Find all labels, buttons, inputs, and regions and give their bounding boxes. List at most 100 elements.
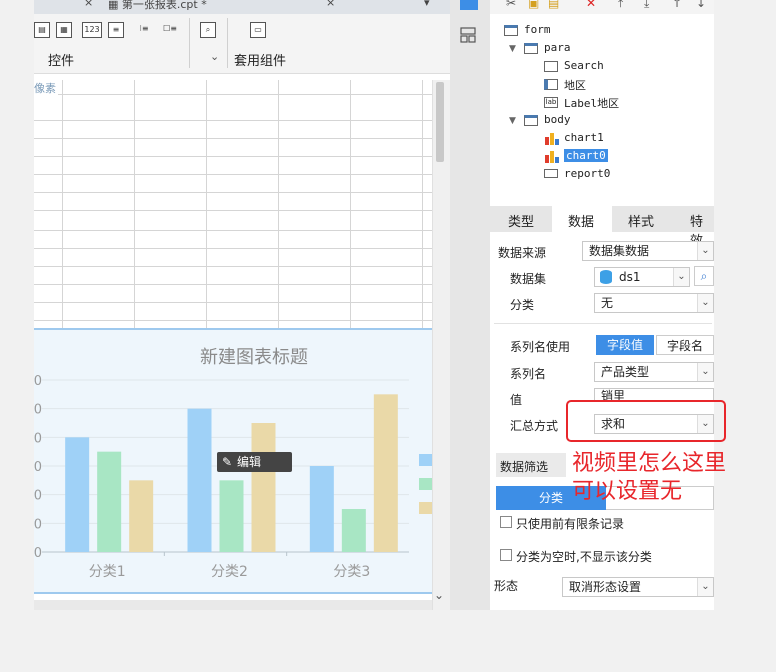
tree-node-chart0[interactable]: chart0 bbox=[564, 149, 608, 162]
category-label: 分类 bbox=[510, 298, 535, 312]
grid-column-line bbox=[134, 80, 135, 328]
chart-bar bbox=[65, 437, 90, 552]
search-icon[interactable]: ⌕ bbox=[200, 22, 216, 38]
chart-bar bbox=[219, 480, 244, 552]
tree-node-area[interactable]: 地区 bbox=[564, 77, 586, 93]
move-top-icon[interactable]: ⤒ bbox=[618, 0, 623, 11]
y-tick-label: 0 bbox=[34, 374, 42, 389]
side-strip bbox=[450, 0, 490, 610]
series-name-use-label: 系列名使用 bbox=[510, 340, 571, 354]
category-value: 无 bbox=[601, 296, 614, 310]
label-widget-icon: lab bbox=[544, 97, 558, 108]
collapse-arrow-icon[interactable]: ▼ bbox=[509, 116, 516, 126]
tree-node-report0[interactable]: report0 bbox=[564, 167, 610, 180]
chart-bar bbox=[129, 480, 154, 552]
scrollbar-thumb[interactable] bbox=[436, 82, 444, 162]
legend-swatch bbox=[419, 502, 432, 514]
grid-row-line bbox=[34, 320, 432, 321]
chart-widget-icon bbox=[545, 133, 559, 145]
data-source-value: 数据集数据 bbox=[589, 244, 650, 258]
control-category-label[interactable]: 控件 bbox=[48, 50, 74, 69]
grid-column-line bbox=[278, 80, 279, 328]
calendar-icon[interactable]: ▦ bbox=[56, 22, 72, 38]
text-area-icon[interactable]: ≡ bbox=[108, 22, 124, 38]
chart-widget-icon bbox=[545, 151, 559, 163]
tab-style[interactable]: 样式 bbox=[628, 211, 654, 230]
grid-row-line bbox=[34, 210, 432, 211]
shape-select[interactable]: 取消形态设置 ⌄ bbox=[562, 577, 714, 597]
grid-row-line bbox=[34, 192, 432, 193]
scroll-down-icon[interactable]: ⌄ bbox=[434, 588, 444, 602]
chart-title: 新建图表标题 bbox=[200, 347, 308, 368]
category-select[interactable]: 无 ⌄ bbox=[594, 293, 714, 313]
annotation-highlight-box bbox=[566, 400, 726, 442]
chevron-down-icon[interactable]: ⌄ bbox=[210, 50, 219, 63]
series-name-select[interactable]: 产品类型 ⌄ bbox=[594, 362, 714, 382]
para-icon bbox=[524, 43, 538, 54]
only-top-label: 只使用前有限条记录 bbox=[516, 517, 625, 531]
delete-icon[interactable]: ✕ bbox=[586, 0, 596, 10]
skip-empty-checkbox[interactable] bbox=[500, 549, 512, 561]
series-name-label: 系列名 bbox=[510, 367, 547, 381]
grid-column-line bbox=[206, 80, 207, 328]
checkbox-group-icon[interactable]: ☐≡ bbox=[162, 22, 178, 38]
layout-icon[interactable]: ▭ bbox=[250, 22, 266, 38]
tab-menu-icon[interactable]: ▾ bbox=[424, 0, 430, 12]
tree-node-label-area[interactable]: Label地区 bbox=[564, 95, 619, 111]
number-field-icon[interactable]: 123 bbox=[82, 22, 102, 38]
toggle-field-value[interactable]: 字段值 bbox=[596, 335, 654, 355]
grid-icon[interactable]: ▤ bbox=[34, 22, 50, 38]
tree-node-form[interactable]: form bbox=[524, 23, 551, 36]
paste-icon[interactable]: ▤ bbox=[548, 0, 559, 10]
shape-value: 取消形态设置 bbox=[569, 580, 642, 594]
grid-row-line bbox=[34, 174, 432, 175]
cut-icon[interactable]: ✂ bbox=[506, 0, 516, 10]
chart-bar bbox=[309, 466, 334, 552]
horizontal-scrollbar[interactable] bbox=[34, 600, 432, 610]
tab-close-previous[interactable]: × bbox=[84, 0, 93, 12]
template-components-label[interactable]: 套用组件 bbox=[234, 50, 286, 69]
dataset-select[interactable]: ds1 ⌄ bbox=[594, 267, 690, 287]
form-icon bbox=[504, 25, 518, 36]
toolbar-separator bbox=[227, 18, 228, 68]
grid-row-line bbox=[34, 302, 432, 303]
copy-icon[interactable]: ▣ bbox=[528, 0, 539, 10]
grid-row-line bbox=[34, 230, 432, 231]
tab-close-current[interactable]: × bbox=[326, 0, 335, 12]
tab-data[interactable]: 数据 bbox=[568, 211, 594, 230]
chart-widget[interactable]: 新建图表标题 0 0 0 0 0 0 0 分类1 分类2 分类3 ✎ 编辑 bbox=[34, 328, 432, 594]
move-down-icon[interactable]: ↓ bbox=[696, 0, 706, 10]
only-top-checkbox[interactable] bbox=[500, 516, 512, 528]
tree-node-chart1[interactable]: chart1 bbox=[564, 131, 604, 144]
chart-bar bbox=[341, 509, 366, 552]
move-bottom-icon[interactable]: ⤓ bbox=[644, 0, 649, 11]
y-tick-label: 0 bbox=[34, 460, 42, 475]
grid-row-line bbox=[34, 94, 432, 95]
chevron-down-icon: ⌄ bbox=[697, 294, 713, 312]
unit-label: 像素 bbox=[34, 80, 58, 96]
data-filter-label: 数据筛选 bbox=[500, 460, 549, 474]
summary-method-label: 汇总方式 bbox=[510, 419, 559, 433]
shape-label: 形态 bbox=[494, 579, 519, 593]
report-grid[interactable]: 像素 bbox=[34, 80, 432, 328]
tree-toolbar: ✂ ▣ ▤ ✕ ⤒ ⤓ ↑ ↓ bbox=[490, 0, 714, 14]
data-source-select[interactable]: 数据集数据 ⌄ bbox=[582, 241, 714, 261]
edit-chart-button[interactable]: ✎ 编辑 bbox=[217, 452, 292, 472]
tree-node-para[interactable]: para bbox=[544, 41, 571, 54]
legend-swatch bbox=[419, 454, 432, 466]
grid-row-line bbox=[34, 266, 432, 267]
tree-node-body[interactable]: body bbox=[544, 113, 571, 126]
radio-group-icon[interactable]: ⁝≡ bbox=[136, 22, 152, 38]
toggle-field-name[interactable]: 字段名 bbox=[656, 335, 714, 355]
collapse-arrow-icon[interactable]: ▼ bbox=[509, 44, 516, 54]
move-up-icon[interactable]: ↑ bbox=[672, 0, 682, 10]
tab-type[interactable]: 类型 bbox=[508, 211, 534, 230]
tree-node-search[interactable]: Search bbox=[564, 59, 604, 72]
tab-current-report[interactable]: ▦ 第一张报表.cpt * bbox=[108, 0, 207, 12]
y-tick-label: 0 bbox=[34, 431, 42, 446]
search-icon[interactable]: ⌕ bbox=[694, 266, 714, 286]
layout-panel-icon[interactable] bbox=[460, 27, 476, 43]
section-divider bbox=[494, 323, 712, 324]
toolbar-separator bbox=[189, 18, 190, 68]
dropdown-icon[interactable] bbox=[460, 0, 478, 10]
